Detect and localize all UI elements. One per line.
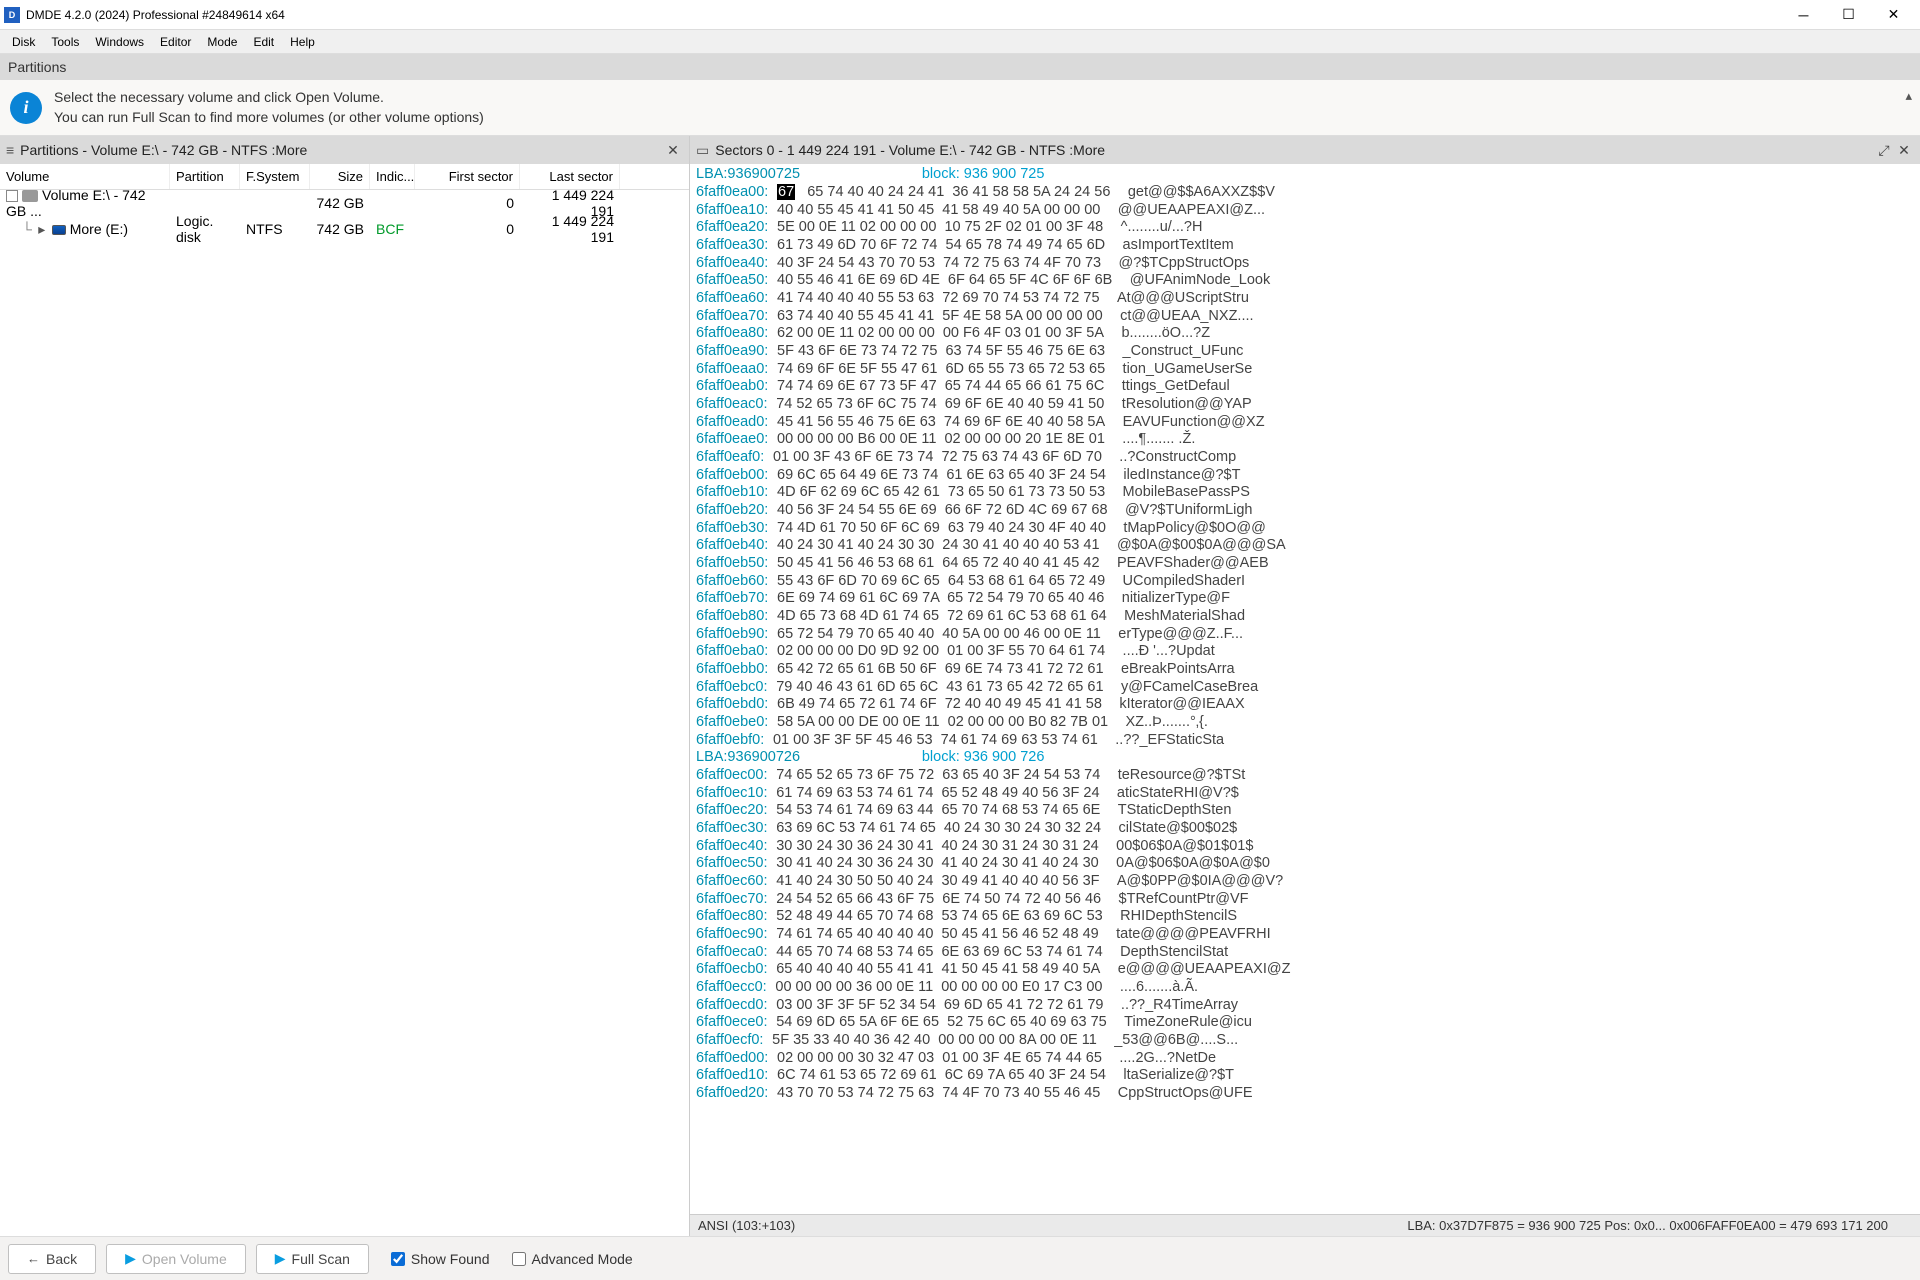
- collapse-banner-icon[interactable]: ▴: [1905, 88, 1912, 104]
- col-fs[interactable]: F.System: [240, 164, 310, 189]
- advanced-mode-checkbox[interactable]: Advanced Mode: [512, 1251, 633, 1267]
- expand-pane-icon[interactable]: ⤢: [1874, 140, 1894, 160]
- col-volume[interactable]: Volume: [0, 164, 170, 189]
- expand-icon[interactable]: ▸: [36, 221, 48, 238]
- table-header: Volume Partition F.System Size Indic... …: [0, 164, 689, 190]
- volume-name: More (E:): [70, 221, 128, 237]
- info-icon: i: [10, 92, 42, 124]
- advanced-mode-input[interactable]: [512, 1252, 526, 1266]
- col-partition[interactable]: Partition: [170, 164, 240, 189]
- titlebar: D DMDE 4.2.0 (2024) Professional #248496…: [0, 0, 1920, 30]
- col-indic[interactable]: Indic...: [370, 164, 415, 189]
- status-ansi: ANSI (103:+103): [698, 1218, 795, 1233]
- close-button[interactable]: ✕: [1871, 1, 1916, 29]
- back-button[interactable]: ←Back: [8, 1244, 96, 1274]
- table-body: Volume E:\ - 742 GB ...742 GB01 449 224 …: [0, 190, 689, 1236]
- menu-disk[interactable]: Disk: [4, 33, 43, 51]
- info-line2: You can run Full Scan to find more volum…: [54, 108, 484, 128]
- app-icon: D: [4, 7, 20, 23]
- info-banner: i Select the necessary volume and click …: [0, 80, 1920, 136]
- hamburger-icon[interactable]: ≡: [6, 142, 14, 158]
- sectors-icon: ▭: [696, 142, 709, 159]
- show-found-checkbox[interactable]: Show Found: [391, 1251, 490, 1267]
- menu-edit[interactable]: Edit: [245, 33, 282, 51]
- drive-icon: [22, 190, 38, 202]
- partitions-header: ≡ Partitions - Volume E:\ - 742 GB - NTF…: [0, 136, 689, 164]
- minimize-button[interactable]: ─: [1781, 1, 1826, 29]
- bottom-bar: ←Back ▶Open Volume ▶Full Scan Show Found…: [0, 1236, 1920, 1280]
- sectors-title: Sectors 0 - 1 449 224 191 - Volume E:\ -…: [715, 142, 1105, 158]
- sectors-header: ▭ Sectors 0 - 1 449 224 191 - Volume E:\…: [690, 136, 1920, 164]
- play-icon: ▶: [125, 1250, 136, 1267]
- drive-icon: [52, 225, 66, 235]
- menu-windows[interactable]: Windows: [87, 33, 152, 51]
- row-checkbox[interactable]: [6, 190, 18, 202]
- sectors-pane: ▭ Sectors 0 - 1 449 224 191 - Volume E:\…: [690, 136, 1920, 1236]
- hex-viewer[interactable]: LBA:936900725 block: 936 900 725 6faff0e…: [690, 164, 1920, 1214]
- hex-statusbar: ANSI (103:+103) LBA: 0x37D7F875 = 936 90…: [690, 1214, 1920, 1236]
- info-line1: Select the necessary volume and click Op…: [54, 88, 484, 108]
- col-first[interactable]: First sector: [415, 164, 520, 189]
- partitions-title: Partitions - Volume E:\ - 742 GB - NTFS …: [20, 142, 307, 158]
- back-arrow-icon: ←: [27, 1251, 40, 1266]
- menu-mode[interactable]: Mode: [199, 33, 245, 51]
- menu-editor[interactable]: Editor: [152, 33, 199, 51]
- open-volume-button[interactable]: ▶Open Volume: [106, 1244, 246, 1274]
- close-pane-icon[interactable]: ✕: [663, 140, 683, 160]
- table-row[interactable]: └ ▸ More (E:)Logic. diskNTFS742 GBBCF01 …: [0, 216, 689, 242]
- window-title: DMDE 4.2.0 (2024) Professional #24849614…: [26, 8, 1781, 22]
- close-sectors-icon[interactable]: ✕: [1894, 140, 1914, 160]
- main-split: ≡ Partitions - Volume E:\ - 742 GB - NTF…: [0, 136, 1920, 1236]
- context-label: Partitions: [8, 59, 66, 75]
- maximize-button[interactable]: ☐: [1826, 1, 1871, 29]
- show-found-input[interactable]: [391, 1252, 405, 1266]
- col-size[interactable]: Size: [310, 164, 370, 189]
- context-bar: Partitions: [0, 54, 1920, 80]
- col-last[interactable]: Last sector: [520, 164, 620, 189]
- play-icon: ▶: [275, 1250, 286, 1267]
- status-lba: LBA: 0x37D7F875 = 936 900 725 Pos: 0x0..…: [1407, 1218, 1888, 1233]
- menu-help[interactable]: Help: [282, 33, 323, 51]
- menu-tools[interactable]: Tools: [43, 33, 87, 51]
- window-controls: ─ ☐ ✕: [1781, 1, 1916, 29]
- info-text: Select the necessary volume and click Op…: [54, 88, 484, 127]
- partitions-pane: ≡ Partitions - Volume E:\ - 742 GB - NTF…: [0, 136, 690, 1236]
- menubar: Disk Tools Windows Editor Mode Edit Help: [0, 30, 1920, 54]
- full-scan-button[interactable]: ▶Full Scan: [256, 1244, 369, 1274]
